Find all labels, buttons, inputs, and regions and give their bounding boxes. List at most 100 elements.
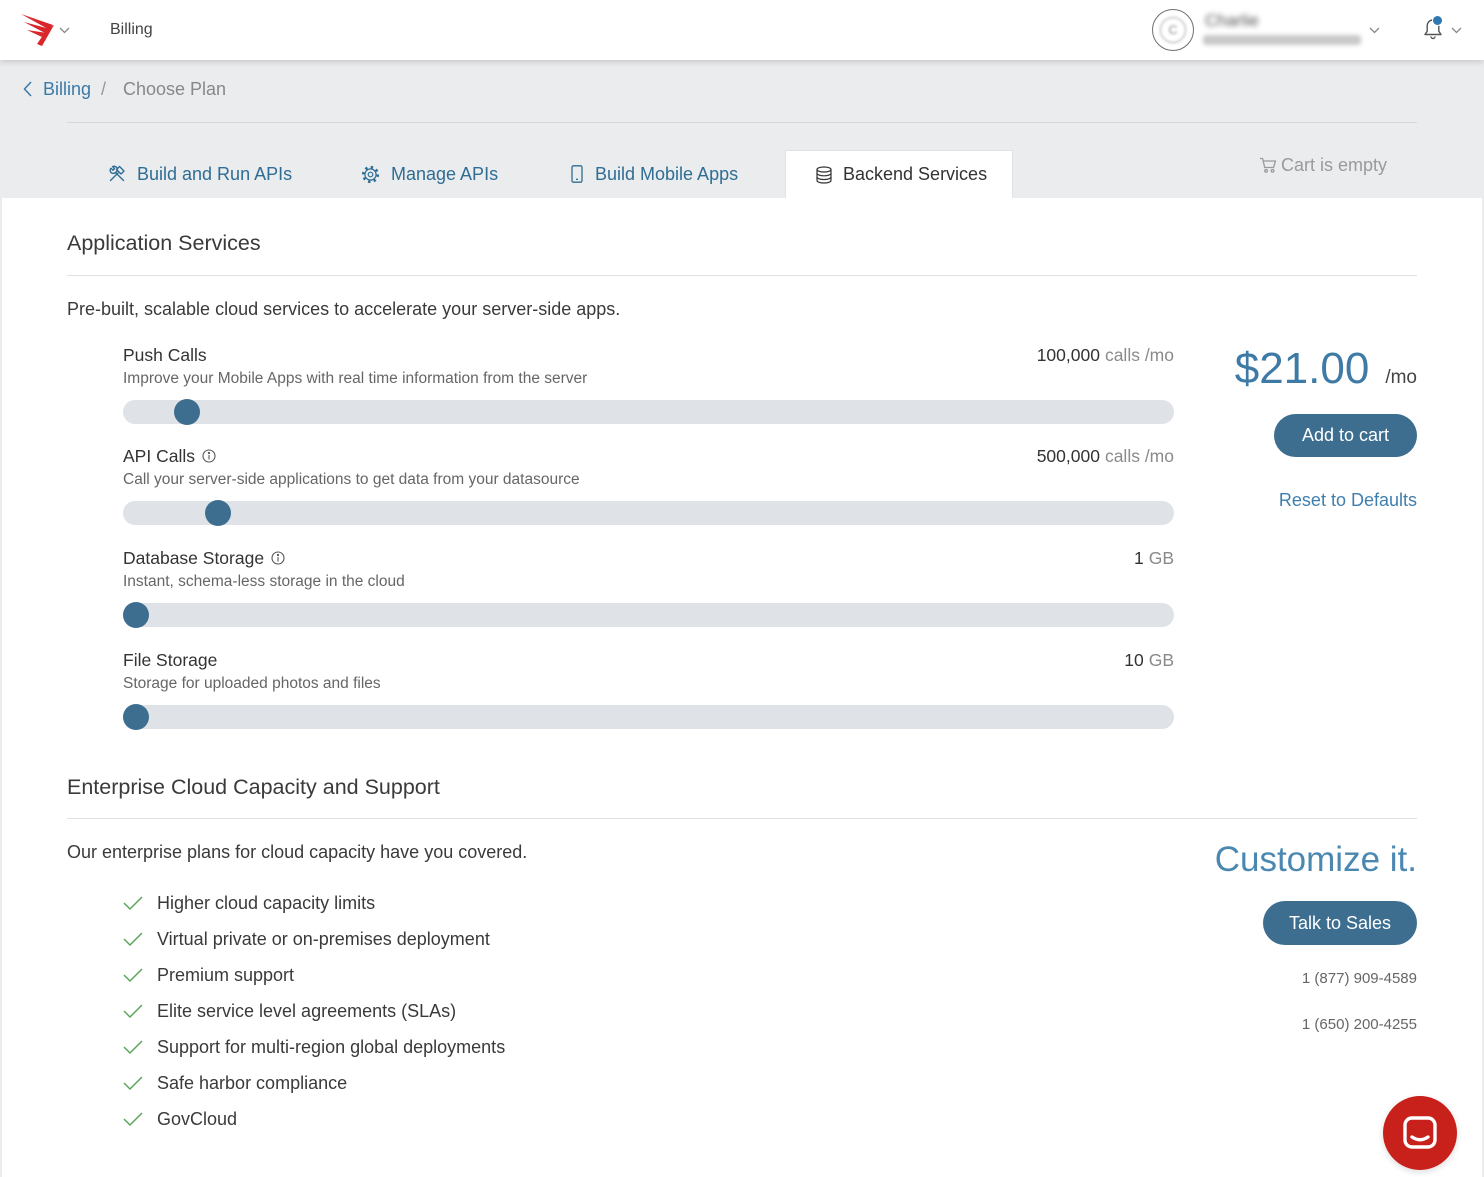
- chevron-down-icon[interactable]: [1369, 27, 1380, 34]
- slider-thumb[interactable]: [174, 399, 201, 425]
- feature-text: Premium support: [157, 965, 295, 985]
- slider-value-unit: calls /mo: [1104, 345, 1174, 365]
- price-display: $21.00 /mo: [1235, 345, 1417, 393]
- feature-text: Higher cloud capacity limits: [157, 893, 376, 913]
- user-email-redacted: [1203, 35, 1361, 45]
- tab-label: Manage APIs: [391, 164, 499, 184]
- slider-thumb[interactable]: [123, 602, 149, 628]
- cart-status[interactable]: Cart is empty: [1259, 153, 1387, 177]
- chat-icon: [1400, 1113, 1440, 1153]
- mobile-phone-icon: [569, 165, 585, 183]
- add-to-cart-button[interactable]: Add to cart: [1274, 414, 1417, 457]
- check-icon: [123, 1035, 157, 1059]
- slider-track[interactable]: [123, 704, 1174, 730]
- check-icon: [123, 1071, 157, 1095]
- price-amount: $21.00: [1234, 344, 1370, 393]
- sales-phone-number: 1 (877) 909-4589: [1301, 970, 1417, 987]
- slider-value: 100,000 calls /mo: [1037, 343, 1174, 367]
- slider-push-calls: Push Calls 100,000 calls /mo Improve your…: [123, 343, 1174, 425]
- slider-label-row: Database Storage: [123, 546, 285, 570]
- feature-list: Higher cloud capacity limits Virtual pri…: [123, 891, 505, 1143]
- sales-phone-number: 1 (650) 200-4255: [1301, 1016, 1417, 1033]
- avatar[interactable]: C: [1152, 9, 1194, 51]
- info-icon[interactable]: [271, 551, 285, 565]
- tab-label: Backend Services: [843, 164, 988, 184]
- list-item: Premium support: [123, 963, 505, 999]
- section-title-application-services: Application Services: [67, 231, 261, 255]
- section-divider: [67, 275, 1417, 276]
- slider-value-unit: calls /mo: [1104, 446, 1174, 466]
- slider-description: Instant, schema-less storage in the clou…: [123, 573, 405, 590]
- feature-text: Virtual private or on-premises deploymen…: [157, 929, 490, 949]
- slider-value: 500,000 calls /mo: [1037, 444, 1174, 468]
- info-icon[interactable]: [202, 449, 216, 463]
- check-icon: [123, 963, 157, 987]
- slider-value-number: 10: [1124, 650, 1144, 670]
- tab-manage-apis[interactable]: Manage APIs: [361, 162, 498, 186]
- section-divider: [67, 818, 1417, 819]
- list-item: Support for multi-region global deployme…: [123, 1035, 505, 1071]
- reset-to-defaults-link[interactable]: Reset to Defaults: [1279, 488, 1417, 512]
- chat-launcher-button[interactable]: [1383, 1096, 1457, 1170]
- user-name[interactable]: Charlie: [1205, 10, 1259, 32]
- chevron-down-icon[interactable]: [1451, 27, 1462, 34]
- slider-label: File Storage: [123, 650, 218, 670]
- price-period: /mo: [1385, 367, 1417, 388]
- section-intro: Pre-built, scalable cloud services to ac…: [67, 299, 621, 319]
- slider-description: Improve your Mobile Apps with real time …: [123, 370, 588, 387]
- slider-label: Database Storage: [123, 548, 265, 568]
- slider-description: Storage for uploaded photos and files: [123, 675, 381, 692]
- tools-icon: [108, 165, 126, 183]
- list-item: Elite service level agreements (SLAs): [123, 999, 505, 1035]
- list-item: Higher cloud capacity limits: [123, 891, 505, 927]
- slider-value-unit: GB: [1148, 650, 1174, 670]
- cart-label: Cart is empty: [1281, 155, 1388, 175]
- cart-icon: [1259, 156, 1277, 174]
- slider-value-number: 100,000: [1036, 345, 1100, 365]
- slider-label: API Calls: [123, 446, 195, 466]
- slider-label: Push Calls: [123, 345, 207, 365]
- breadcrumb-parent-link[interactable]: Billing: [43, 77, 91, 101]
- slider-value-unit: GB: [1148, 548, 1174, 568]
- slider-track[interactable]: [123, 500, 1174, 526]
- slider-thumb[interactable]: [123, 704, 149, 730]
- slider-label-row: File Storage: [123, 648, 217, 672]
- gear-icon: [361, 165, 380, 184]
- slider-label-row: API Calls: [123, 444, 216, 468]
- section-title-enterprise: Enterprise Cloud Capacity and Support: [67, 775, 440, 799]
- feature-text: Safe harbor compliance: [157, 1073, 348, 1093]
- chevron-down-icon[interactable]: [59, 27, 70, 34]
- list-item: GovCloud: [123, 1107, 505, 1143]
- notification-badge-dot: [1432, 15, 1443, 26]
- avatar-initial: C: [1160, 17, 1186, 43]
- feature-text: Elite service level agreements (SLAs): [157, 1001, 457, 1021]
- list-item: Safe harbor compliance: [123, 1071, 505, 1107]
- tab-build-and-run-apis[interactable]: Build and Run APIs: [108, 162, 292, 186]
- check-icon: [123, 927, 157, 951]
- slider-value-number: 1: [1133, 548, 1144, 568]
- tab-build-mobile-apps[interactable]: Build Mobile Apps: [569, 162, 738, 186]
- slider-api-calls: API Calls 500,000 calls /mo Call your ser…: [123, 444, 1174, 526]
- slider-value-number: 500,000: [1036, 446, 1100, 466]
- slider-value: 10 GB: [1124, 648, 1174, 672]
- slider-thumb[interactable]: [205, 500, 231, 526]
- check-icon: [123, 1107, 157, 1131]
- top-header: Billing C Charlie: [0, 0, 1484, 60]
- slider-track[interactable]: [123, 602, 1174, 628]
- slider-database-storage: Database Storage 1 GB Instant, schema-les…: [123, 546, 1174, 628]
- slider-file-storage: File Storage 10 GB Storage for uploaded p…: [123, 648, 1174, 730]
- breadcrumb-divider: [67, 122, 1417, 123]
- section-intro: Our enterprise plans for cloud capacity …: [67, 842, 528, 862]
- chevron-left-icon[interactable]: [23, 81, 32, 97]
- tab-backend-services[interactable]: Backend Services: [785, 150, 1013, 198]
- customize-heading: Customize it.: [1214, 840, 1417, 879]
- slider-label-row: Push Calls: [123, 343, 207, 367]
- talk-to-sales-button[interactable]: Talk to Sales: [1263, 901, 1417, 945]
- brand-logo-icon[interactable]: [21, 14, 55, 46]
- feature-text: Support for multi-region global deployme…: [157, 1037, 506, 1057]
- database-icon: [815, 165, 833, 184]
- feature-text: GovCloud: [157, 1109, 238, 1129]
- slider-description: Call your server-side applications to ge…: [123, 471, 580, 488]
- tab-label: Build and Run APIs: [137, 164, 293, 184]
- slider-track[interactable]: [123, 399, 1174, 425]
